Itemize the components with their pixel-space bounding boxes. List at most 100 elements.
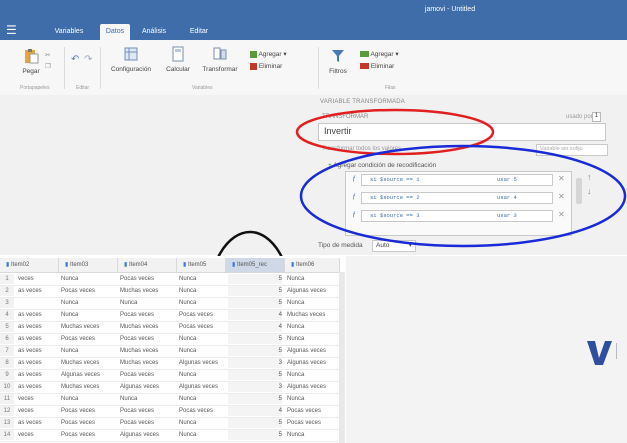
- row-number[interactable]: 8: [0, 358, 14, 368]
- table-cell[interactable]: Muchas veces: [61, 358, 115, 368]
- row-number[interactable]: 5: [0, 322, 14, 332]
- table-cell[interactable]: Algunas veces: [287, 382, 337, 392]
- table-cell[interactable]: Nunca: [287, 370, 337, 380]
- condition-row[interactable]: si $source == 3 usar 3: [361, 210, 553, 222]
- column-header[interactable]: ▮ Item04: [118, 258, 177, 273]
- table-cell[interactable]: Muchas veces: [120, 286, 174, 296]
- row-number[interactable]: 4: [0, 310, 14, 320]
- table-cell[interactable]: as veces: [18, 418, 56, 428]
- row-number[interactable]: 6: [0, 334, 14, 344]
- table-cell[interactable]: Pocas veces: [61, 430, 115, 440]
- suffix-field[interactable]: Variable sin sufijo: [536, 144, 608, 156]
- column-header-selected[interactable]: ▮ Item05_rec: [226, 258, 285, 273]
- table-cell[interactable]: Pocas veces: [120, 406, 174, 416]
- remove-condition-icon[interactable]: ✕: [558, 174, 565, 183]
- delete-variable-button[interactable]: Eliminar: [250, 63, 282, 70]
- table-cell[interactable]: Nunca: [287, 334, 337, 344]
- column-header[interactable]: ▮ Item02: [0, 258, 59, 273]
- used-by-count[interactable]: 1: [592, 112, 601, 122]
- table-cell[interactable]: Nunca: [179, 394, 223, 404]
- row-number[interactable]: 9: [0, 370, 14, 380]
- values-tab[interactable]: Transformar todos los valores: [322, 146, 401, 152]
- table-cell[interactable]: Nunca: [287, 322, 337, 332]
- table-cell[interactable]: Nunca: [179, 370, 223, 380]
- table-cell[interactable]: 3: [228, 358, 282, 368]
- cut-icon[interactable]: ✂: [45, 51, 50, 59]
- table-cell[interactable]: [18, 298, 56, 308]
- undo-icon[interactable]: ↶: [71, 54, 79, 65]
- setup-button[interactable]: Configuración: [106, 46, 156, 73]
- table-cell[interactable]: 5: [228, 430, 282, 440]
- table-cell[interactable]: 5: [228, 334, 282, 344]
- tab-variables[interactable]: Variables: [49, 24, 89, 40]
- table-cell[interactable]: Muchas veces: [120, 322, 174, 332]
- table-cell[interactable]: Pocas veces: [179, 322, 223, 332]
- table-cell[interactable]: 3: [228, 382, 282, 392]
- table-cell[interactable]: Algunas veces: [287, 346, 337, 356]
- table-cell[interactable]: Nunca: [287, 430, 337, 440]
- table-cell[interactable]: Nunca: [179, 286, 223, 296]
- move-down-icon[interactable]: ↓: [587, 186, 592, 196]
- tab-datos[interactable]: Datos: [100, 24, 130, 40]
- paste-button[interactable]: Pegar: [20, 48, 42, 75]
- table-cell[interactable]: Nunca: [179, 418, 223, 428]
- table-cell[interactable]: Algunas veces: [61, 370, 115, 380]
- table-cell[interactable]: Muchas veces: [120, 358, 174, 368]
- row-number[interactable]: 10: [0, 382, 14, 392]
- transform-button[interactable]: Transformar: [197, 46, 243, 73]
- row-number[interactable]: 11: [0, 394, 14, 404]
- table-cell[interactable]: Nunca: [179, 274, 223, 284]
- table-cell[interactable]: Nunca: [120, 298, 174, 308]
- row-number[interactable]: 7: [0, 346, 14, 356]
- table-cell[interactable]: Pocas veces: [61, 418, 115, 428]
- table-cell[interactable]: Pocas veces: [61, 334, 115, 344]
- table-cell[interactable]: Algunas veces: [179, 382, 223, 392]
- measure-type-select[interactable]: Auto ▾: [372, 240, 416, 252]
- redo-icon[interactable]: ↷: [84, 54, 92, 65]
- compute-button[interactable]: Calcular: [160, 46, 196, 73]
- row-number[interactable]: 2: [0, 286, 14, 296]
- table-cell[interactable]: Nunca: [179, 346, 223, 356]
- table-cell[interactable]: Nunca: [61, 310, 115, 320]
- remove-condition-icon[interactable]: ✕: [558, 210, 565, 219]
- table-cell[interactable]: Algunas veces: [120, 430, 174, 440]
- table-cell[interactable]: 5: [228, 274, 282, 284]
- add-condition-button[interactable]: + Agregar condición de recodificación: [328, 162, 436, 169]
- vertical-scrollbar[interactable]: [339, 272, 345, 443]
- row-number[interactable]: 13: [0, 418, 14, 428]
- table-cell[interactable]: Nunca: [120, 394, 174, 404]
- table-cell[interactable]: as veces: [18, 358, 56, 368]
- table-cell[interactable]: veces: [18, 406, 56, 416]
- table-cell[interactable]: Muchas veces: [61, 322, 115, 332]
- table-cell[interactable]: as veces: [18, 346, 56, 356]
- table-cell[interactable]: Pocas veces: [120, 274, 174, 284]
- table-cell[interactable]: Nunca: [179, 430, 223, 440]
- table-cell[interactable]: 5: [228, 418, 282, 428]
- table-cell[interactable]: 5: [228, 298, 282, 308]
- table-cell[interactable]: Nunca: [179, 334, 223, 344]
- table-cell[interactable]: Pocas veces: [179, 310, 223, 320]
- table-cell[interactable]: Algunas veces: [120, 382, 174, 392]
- table-cell[interactable]: veces: [18, 274, 56, 284]
- table-cell[interactable]: 4: [228, 310, 282, 320]
- table-cell[interactable]: 4: [228, 322, 282, 332]
- table-cell[interactable]: Pocas veces: [120, 418, 174, 428]
- table-cell[interactable]: as veces: [18, 322, 56, 332]
- table-cell[interactable]: Pocas veces: [287, 418, 337, 428]
- table-cell[interactable]: Algunas veces: [287, 286, 337, 296]
- tab-editar[interactable]: Editar: [184, 24, 214, 40]
- table-cell[interactable]: 4: [228, 406, 282, 416]
- row-number[interactable]: 1: [0, 274, 14, 284]
- condition-row[interactable]: si $source == 2 usar 4: [361, 192, 553, 204]
- table-cell[interactable]: Nunca: [61, 298, 115, 308]
- column-header[interactable]: ▮ Item03: [59, 258, 118, 273]
- transform-name-field[interactable]: Invertir: [318, 123, 606, 141]
- add-variable-button[interactable]: Agregar ▾: [250, 50, 287, 58]
- table-cell[interactable]: Nunca: [61, 394, 115, 404]
- tab-analisis[interactable]: Análisis: [137, 24, 171, 40]
- table-cell[interactable]: Nunca: [61, 274, 115, 284]
- table-cell[interactable]: as veces: [18, 286, 56, 296]
- table-cell[interactable]: Nunca: [287, 298, 337, 308]
- table-cell[interactable]: Pocas veces: [287, 406, 337, 416]
- table-cell[interactable]: Algunas veces: [179, 358, 223, 368]
